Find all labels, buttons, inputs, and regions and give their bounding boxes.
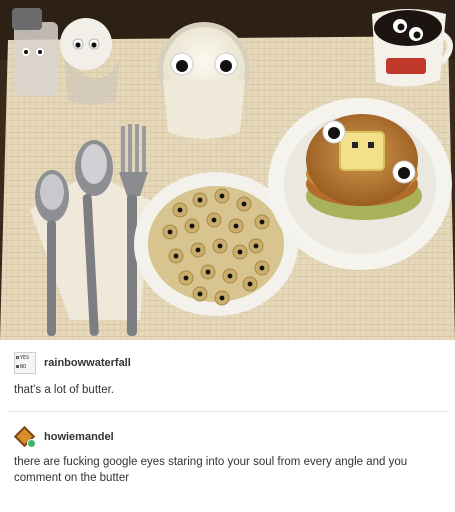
checkbox-empty-icon	[16, 356, 19, 359]
reblog-post-1: YES NO rainbowwaterfall that's a lot of …	[0, 340, 455, 412]
avatar-yes-text: YES	[20, 355, 30, 361]
post-text: that's a lot of butter.	[14, 384, 115, 396]
badge-icon	[27, 439, 36, 448]
breakfast-scene	[0, 0, 455, 340]
reblog-post-2: howiemandel there are fucking google eye…	[0, 412, 455, 512]
username[interactable]: rainbowwaterfall	[44, 357, 131, 369]
milk-glass	[158, 22, 250, 139]
breakfast-photo	[0, 0, 455, 340]
post-header: howiemandel	[14, 426, 114, 448]
yes-no-checkbox-avatar-icon[interactable]: YES NO	[14, 352, 36, 374]
post-text: there are fucking google eyes staring in…	[14, 456, 408, 484]
orange-diamond-avatar-icon[interactable]	[14, 426, 36, 448]
syrup-jug	[372, 9, 453, 87]
butter-pat	[339, 131, 385, 171]
avatar-no-text: NO	[20, 364, 27, 370]
username[interactable]: howiemandel	[44, 431, 114, 443]
checkbox-filled-icon	[16, 365, 19, 368]
post-header: YES NO rainbowwaterfall	[14, 352, 131, 374]
pancake-plate	[268, 98, 452, 270]
